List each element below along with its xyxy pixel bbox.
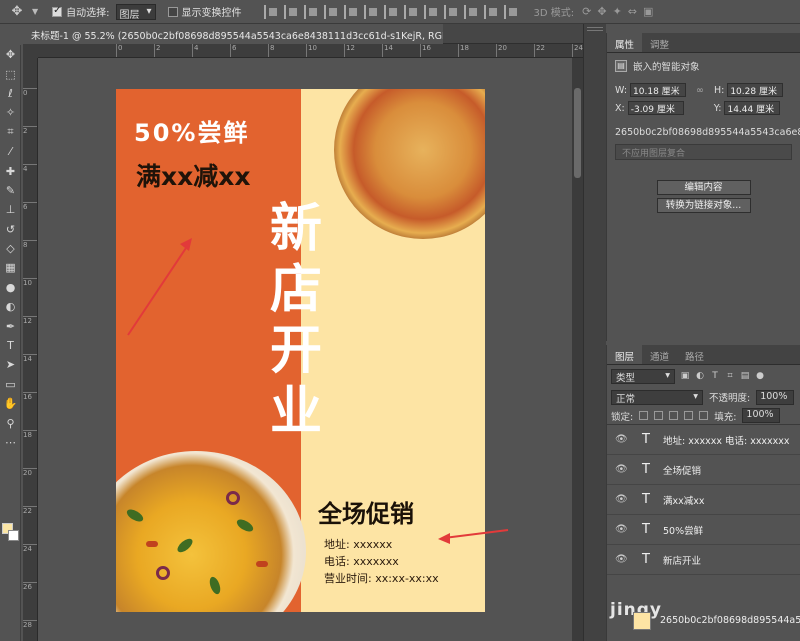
lock-artboard-icon[interactable] — [684, 411, 694, 420]
layer-name: 新店开业 — [663, 555, 702, 567]
w-field[interactable]: 10.18 厘米 — [630, 83, 687, 97]
filter-toggle-icon[interactable]: ● — [755, 371, 765, 381]
smart-object-row: ▤ 嵌入的智能对象 — [607, 57, 800, 75]
filter-pixel-icon[interactable]: ▣ — [680, 371, 690, 381]
tab-channels[interactable]: 通道 — [642, 345, 677, 364]
kind-filter-value: 类型 — [616, 372, 636, 384]
smart-object-icon: ▤ — [615, 60, 627, 72]
smart-object-layer-name[interactable]: 2650b0c2bf08698d895544a5543ca... — [660, 615, 800, 626]
layers-tabs: 图层 通道 路径 — [607, 345, 800, 365]
layer-name: 满xx减xx — [663, 495, 705, 507]
layer-row[interactable]: 👁 T 全场促销 — [607, 455, 800, 485]
filter-type-icon[interactable]: T — [710, 371, 720, 381]
panel-grip-icon[interactable] — [587, 27, 603, 31]
text-layer-icon: T — [642, 492, 650, 507]
x-field[interactable]: -3.09 厘米 — [627, 101, 684, 115]
smart-object-filename: 2650b0c2bf08698d895544a5543ca6e8438111d.… — [615, 127, 800, 138]
eye-icon[interactable]: 👁 — [615, 554, 629, 565]
smart-object-thumbnail[interactable] — [633, 612, 651, 630]
blend-row: 正常 ▾ 不透明度: 100% — [607, 387, 800, 407]
layers-panel: 图层 通道 路径 类型 ▾ ▣ ◐ T ⌗ ▤ ● 正常 ▾ 不透明度: 100% … — [606, 345, 800, 641]
text-layer-icon: T — [642, 432, 650, 447]
text-layer-icon: T — [642, 522, 650, 537]
filter-smart-icon[interactable]: ▤ — [740, 371, 750, 381]
eye-icon[interactable]: 👁 — [615, 434, 629, 445]
w-label: W: — [615, 84, 628, 96]
layer-row[interactable]: 👁 T 满xx减xx — [607, 485, 800, 515]
text-layer-icon: T — [642, 552, 650, 567]
lock-all-icon[interactable] — [699, 411, 709, 420]
kind-filter-dropdown[interactable]: 类型 ▾ — [611, 368, 675, 384]
layer-name: 50%尝鲜 — [663, 525, 704, 537]
filter-adjustment-icon[interactable]: ◐ — [695, 371, 705, 381]
eye-icon[interactable]: 👁 — [615, 524, 629, 535]
layer-row[interactable]: 👁 T 50%尝鲜 — [607, 515, 800, 545]
fill-label: 填充: — [714, 411, 737, 423]
filter-shape-icon[interactable]: ⌗ — [725, 371, 735, 381]
lock-label: 锁定: — [611, 411, 634, 423]
chevron-down-icon: ▾ — [693, 390, 698, 402]
opacity-field[interactable]: 100% — [756, 389, 795, 405]
layer-comp-dropdown[interactable]: 不应用图层复合 — [615, 144, 792, 160]
arrow-annotation — [438, 529, 509, 544]
lock-pixels-icon[interactable] — [654, 411, 664, 420]
lock-transparent-icon[interactable] — [639, 411, 649, 420]
tab-layers[interactable]: 图层 — [607, 345, 643, 364]
size-row: W: 10.18 厘米 ∞ H: 10.28 厘米 — [607, 81, 800, 99]
text-layer-icon: T — [642, 462, 650, 477]
lock-row: 锁定: 填充: 100% — [607, 407, 800, 425]
link-icon[interactable]: ∞ — [696, 85, 704, 96]
convert-linked-button[interactable]: 转换为链接对象... — [656, 198, 751, 213]
tab-adjustments[interactable]: 调整 — [642, 33, 677, 52]
photoshop-window: ✥ ▼ 自动选择: 图层▾ 显示变换控件 3D 模式: ⟳✥✦⇔▣ 未标题-1 — [0, 0, 800, 641]
position-row: X: -3.09 厘米 Y: 14.44 厘米 — [607, 99, 800, 117]
y-label: Y: — [713, 102, 722, 114]
properties-panel: 属性 调整 ▤ 嵌入的智能对象 W: 10.18 厘米 ∞ H: 10.28 厘… — [606, 33, 800, 341]
arrow-annotation — [127, 238, 192, 336]
smart-object-label: 嵌入的智能对象 — [633, 62, 700, 73]
layer-row[interactable]: 👁 T 新店开业 — [607, 545, 800, 575]
tab-properties[interactable]: 属性 — [607, 33, 643, 52]
blend-mode-value: 正常 — [616, 393, 636, 405]
blend-mode-dropdown[interactable]: 正常 ▾ — [611, 389, 703, 405]
layer-row[interactable]: 👁 T 地址: xxxxxx 电话: xxxxxxx — [607, 425, 800, 455]
opacity-label: 不透明度: — [709, 393, 751, 404]
properties-tabs: 属性 调整 — [607, 33, 800, 53]
tab-paths[interactable]: 路径 — [677, 345, 712, 364]
layer-filter-row: 类型 ▾ ▣ ◐ T ⌗ ▤ ● — [607, 365, 800, 387]
lock-position-icon[interactable] — [669, 411, 679, 420]
y-field[interactable]: 14.44 厘米 — [724, 101, 781, 115]
eye-icon[interactable]: 👁 — [615, 464, 629, 475]
layer-name: 地址: xxxxxx 电话: xxxxxxx — [663, 435, 790, 447]
fill-field[interactable]: 100% — [742, 408, 781, 423]
edit-contents-button[interactable]: 编辑内容 — [656, 180, 751, 195]
collapsed-panel-strip — [583, 24, 606, 641]
chevron-down-icon: ▾ — [665, 369, 670, 381]
x-label: X: — [615, 102, 625, 114]
h-label: H: — [713, 84, 725, 96]
eye-icon[interactable]: 👁 — [615, 494, 629, 505]
h-field[interactable]: 10.28 厘米 — [727, 83, 784, 97]
layer-name: 全场促销 — [663, 465, 702, 477]
